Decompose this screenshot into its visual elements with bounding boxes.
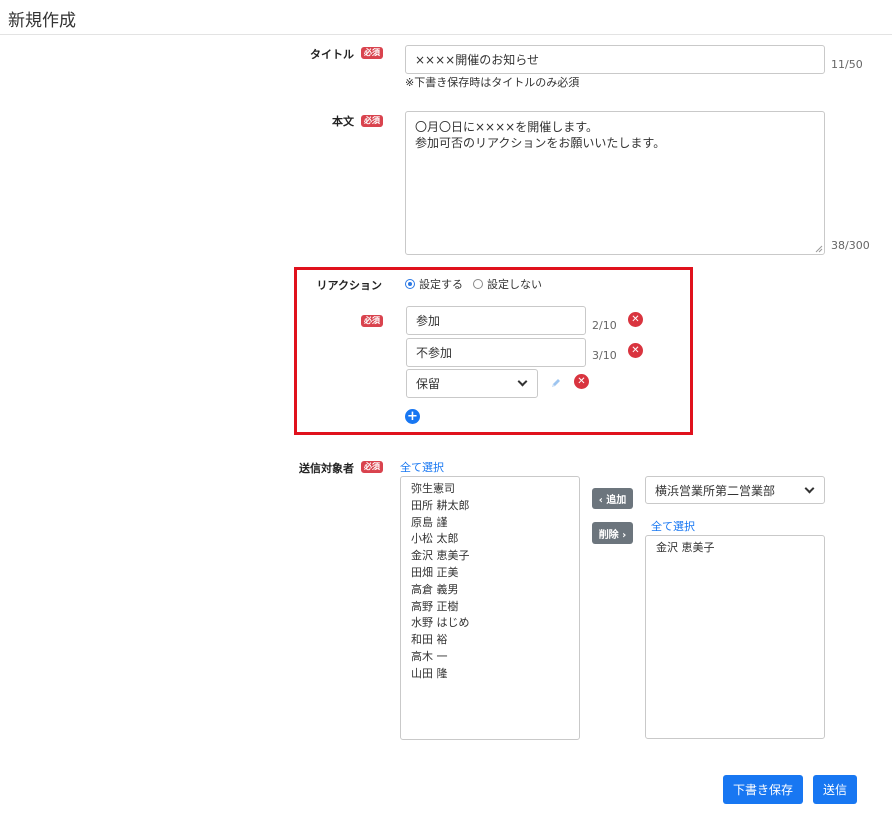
select-all-selected-link[interactable]: 全て選択 — [651, 518, 695, 534]
recipient-list-item[interactable]: 高野 正樹 — [411, 599, 569, 616]
recipient-list-item[interactable]: 小松 太郎 — [411, 531, 569, 548]
recipient-list-item[interactable]: 田所 耕太郎 — [411, 498, 569, 515]
recipient-list-item[interactable]: 高倉 義男 — [411, 582, 569, 599]
selected-recipients-list[interactable]: 金沢 恵美子 — [645, 535, 825, 739]
body-label: 本文 — [332, 115, 354, 128]
recipients-required-badge: 必須 — [361, 461, 383, 473]
reaction-item-counter: 3/10 — [592, 349, 617, 362]
title-label: タイトル — [310, 48, 354, 61]
title-required-badge: 必須 — [361, 47, 383, 59]
select-all-available-link[interactable]: 全て選択 — [400, 459, 444, 475]
department-select[interactable]: 横浜営業所第二営業部 — [645, 476, 825, 504]
add-recipient-button[interactable]: ‹ 追加 — [592, 488, 633, 509]
recipient-list-item[interactable]: 水野 はじめ — [411, 615, 569, 632]
save-draft-button[interactable]: 下書き保存 — [723, 775, 803, 804]
page-title: 新規作成 — [8, 11, 76, 31]
department-select-value: 横浜営業所第二営業部 — [655, 483, 776, 498]
send-button[interactable]: 送信 — [813, 775, 857, 804]
reaction-label: リアクション — [316, 279, 382, 292]
reaction-select-value: 保留 — [416, 377, 441, 391]
remove-recipient-button[interactable]: 削除 › — [592, 522, 633, 544]
radio-unselected-icon — [473, 279, 483, 289]
recipient-list-item[interactable]: 原島 謹 — [411, 515, 569, 532]
body-required-badge: 必須 — [361, 115, 383, 127]
reaction-item-counter: 2/10 — [592, 319, 617, 332]
title-input-value: ××××開催のお知らせ — [415, 53, 539, 67]
reaction-radio-on-label: 設定する — [419, 278, 463, 291]
title-note: ※下書き保存時はタイトルのみ必須 — [405, 76, 580, 89]
reaction-item-value: 参加 — [416, 314, 441, 328]
reaction-item-input[interactable]: 参加 — [406, 306, 586, 335]
recipient-list-item[interactable]: 田畑 正美 — [411, 565, 569, 582]
reaction-radio-off-label: 設定しない — [487, 278, 542, 291]
recipient-list-item[interactable]: 弥生憲司 — [411, 481, 569, 498]
chevron-down-icon — [804, 483, 815, 493]
body-char-counter: 38/300 — [831, 239, 870, 252]
recipient-list-item[interactable]: 金沢 恵美子 — [656, 540, 814, 557]
recipient-list-item[interactable]: 高木 一 — [411, 649, 569, 666]
recipients-label: 送信対象者 — [299, 462, 354, 475]
header-divider — [0, 34, 892, 35]
recipient-list-item[interactable]: 金沢 恵美子 — [411, 548, 569, 565]
delete-reaction-icon[interactable]: ✕ — [628, 312, 643, 327]
reaction-radio-off[interactable]: 設定しない — [473, 276, 542, 292]
radio-selected-icon — [405, 279, 415, 289]
available-recipients-list[interactable]: 弥生憲司 田所 耕太郎 原島 謹小松 太郎 金沢 恵美子 田畑 正美 高倉 義男 高野 正樹… — [400, 476, 580, 740]
delete-reaction-icon[interactable]: ✕ — [628, 343, 643, 358]
reaction-radio-on[interactable]: 設定する — [405, 276, 463, 292]
add-reaction-icon[interactable]: + — [405, 409, 420, 424]
title-char-counter: 11/50 — [831, 58, 863, 71]
recipient-list-item[interactable]: 山田 隆 — [411, 666, 569, 683]
reaction-item-input[interactable]: 不参加 — [406, 338, 586, 367]
chevron-down-icon — [517, 376, 528, 387]
reaction-select[interactable]: 保留 — [406, 369, 538, 398]
reaction-required-badge: 必須 — [361, 315, 383, 327]
body-textarea[interactable]: 〇月〇日に××××を開催します。 参加可否のリアクションをお願いいたします。 — [405, 111, 825, 255]
reaction-item-value: 不参加 — [416, 346, 453, 360]
resize-handle-icon[interactable] — [815, 245, 823, 253]
title-input[interactable]: ××××開催のお知らせ — [405, 45, 825, 74]
pencil-icon[interactable] — [550, 377, 562, 389]
recipient-list-item[interactable]: 和田 裕 — [411, 632, 569, 649]
delete-reaction-icon[interactable]: ✕ — [574, 374, 589, 389]
